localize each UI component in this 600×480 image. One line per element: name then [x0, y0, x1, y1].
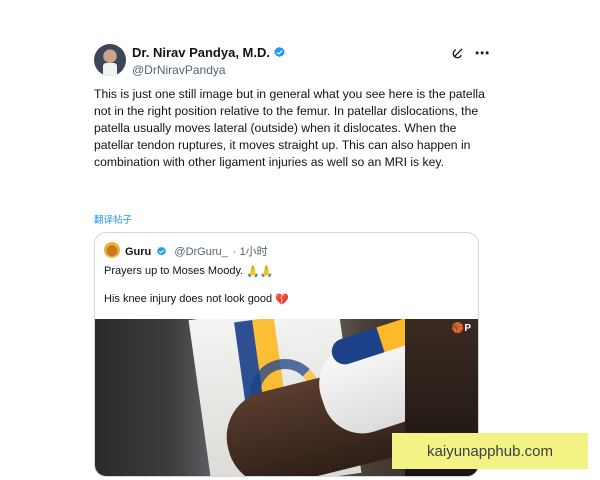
quoted-text-line-1: Prayers up to Moses Moody. 🙏🙏 — [104, 265, 274, 278]
translate-post-link[interactable]: 翻译帖子 — [94, 212, 132, 226]
praying-hands-icon: 🙏🙏 — [246, 266, 274, 278]
broadcast-logo-icon: 🏀P — [451, 323, 471, 334]
quoted-time[interactable]: 1小时 — [240, 246, 268, 258]
quoted-author-name[interactable]: Guru — [125, 246, 151, 258]
grok-icon[interactable] — [450, 45, 466, 61]
watermark: kaiyunapphub.com — [392, 433, 588, 469]
author-handle[interactable]: @DrNiravPandya — [132, 63, 226, 77]
quoted-separator: · — [232, 246, 237, 258]
quoted-text-line-2: His knee injury does not look good 💔 — [104, 293, 289, 306]
author-name[interactable]: Dr. Nirav Pandya, M.D. — [132, 45, 286, 62]
quoted-header: Guru @DrGuru_ · 1小时 — [125, 243, 268, 260]
tweet-actions: ⋯ — [450, 45, 490, 61]
quoted-avatar[interactable] — [104, 242, 120, 258]
verified-badge-icon — [273, 46, 286, 62]
quoted-text-2: His knee injury does not look good — [104, 293, 273, 305]
avatar[interactable] — [94, 44, 126, 76]
quoted-author-handle[interactable]: @DrGuru_ — [174, 246, 227, 258]
verified-badge-icon — [156, 246, 167, 260]
quoted-text-1: Prayers up to Moses Moody. — [104, 265, 244, 277]
more-icon[interactable]: ⋯ — [474, 45, 490, 61]
broken-heart-icon: 💔 — [275, 294, 289, 306]
author-name-text[interactable]: Dr. Nirav Pandya, M.D. — [132, 45, 270, 60]
tweet-text: This is just one still image but in gene… — [94, 87, 485, 169]
